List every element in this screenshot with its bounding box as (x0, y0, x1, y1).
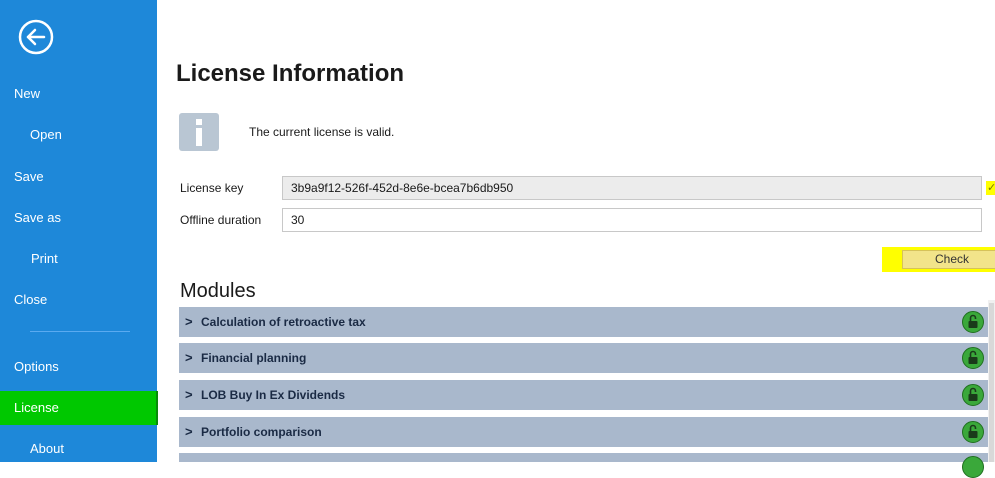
nav-about[interactable]: About (0, 432, 157, 466)
sidebar: New Open Save Save as Print Close Option… (0, 0, 158, 462)
module-label: Portfolio comparison (201, 425, 322, 439)
offline-duration-input[interactable]: 30 (282, 208, 982, 232)
nav-label: Options (14, 359, 59, 374)
nav-close[interactable]: Close (0, 283, 157, 317)
nav-options[interactable]: Options (0, 350, 157, 384)
unlocked-icon (962, 311, 984, 333)
unlocked-icon (962, 384, 984, 406)
page-title: License Information (176, 60, 405, 87)
module-row[interactable]: > Calculation of retroactive tax (179, 307, 988, 337)
module-row[interactable]: > Portfolio comparison (179, 417, 988, 447)
chevron-right-icon: > (185, 314, 193, 329)
chevron-right-icon: > (185, 350, 193, 365)
module-label: LOB Buy In Ex Dividends (201, 388, 346, 402)
unlocked-icon (962, 347, 984, 369)
modules-title: Modules (180, 280, 256, 302)
nav-label: License (14, 400, 59, 415)
module-row[interactable] (179, 453, 988, 478)
nav-new[interactable]: New (0, 77, 157, 111)
module-label: Calculation of retroactive tax (201, 315, 366, 329)
chevron-right-icon: > (185, 424, 193, 439)
check-button[interactable]: Check (882, 247, 995, 272)
nav-open[interactable]: Open (0, 118, 157, 152)
license-status-text: The current license is valid. (249, 125, 395, 139)
checkmark-icon: ✓ (986, 181, 995, 195)
back-arrow-circle-icon[interactable] (17, 18, 55, 56)
check-button-label: Check (902, 250, 995, 269)
unlocked-icon (962, 421, 984, 443)
unlocked-icon (962, 456, 984, 478)
nav-label: Close (14, 292, 48, 307)
scrollbar-thumb[interactable] (989, 303, 994, 462)
nav-separator (30, 331, 130, 332)
info-icon (179, 113, 219, 151)
nav-save[interactable]: Save (0, 160, 157, 194)
nav-print[interactable]: Print (0, 242, 157, 276)
nav-label: Save as (14, 210, 61, 225)
nav-label: Open (30, 127, 62, 142)
nav-label: Print (31, 251, 58, 266)
chevron-right-icon: > (185, 387, 193, 402)
nav-label: About (30, 441, 64, 456)
module-row[interactable]: > LOB Buy In Ex Dividends (179, 380, 988, 410)
license-key-input[interactable]: 3b9a9f12-526f-452d-8e6e-bcea7b6db950 (282, 176, 982, 200)
offline-duration-label: Offline duration (180, 213, 262, 227)
nav-license[interactable]: License (0, 391, 158, 425)
module-row[interactable]: > Financial planning (179, 343, 988, 373)
nav-label: Save (14, 169, 44, 184)
nav-save-as[interactable]: Save as (0, 201, 157, 235)
module-label: Financial planning (201, 351, 307, 365)
license-key-label: License key (180, 181, 244, 195)
nav-label: New (14, 86, 41, 101)
